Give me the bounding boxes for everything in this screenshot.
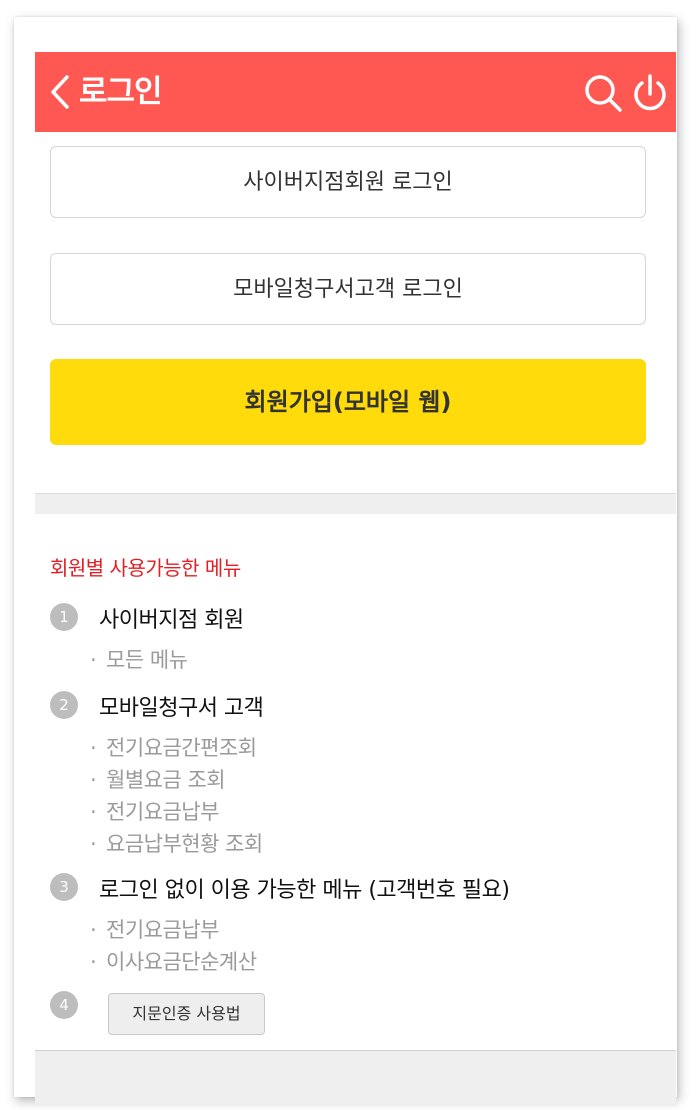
- list-item: · 월별요금 조회: [90, 764, 226, 794]
- list-item-label: 월별요금 조회: [106, 768, 226, 792]
- fingerprint-guide-button[interactable]: 지문인증 사용법: [108, 993, 265, 1035]
- page-title: 로그인: [79, 74, 163, 110]
- app-screen: 로그인 사이버지점회원 로그인 모바일청구서고객 로그인 회원가입(모바일 웹)…: [35, 36, 676, 1106]
- bullet: ·: [90, 736, 97, 760]
- section-title: 로그인 없이 이용 가능한 메뉴 (고객번호 필요): [99, 878, 510, 903]
- step-number-badge: 3: [50, 873, 78, 901]
- signup-button[interactable]: 회원가입(모바일 웹): [50, 359, 646, 445]
- list-item: · 요금납부현황 조회: [90, 828, 263, 858]
- footer-band: [35, 1051, 676, 1106]
- bullet: ·: [90, 832, 97, 856]
- bullet: ·: [90, 768, 97, 792]
- list-item-label: 모든 메뉴: [106, 648, 188, 672]
- list-item-label: 요금납부현황 조회: [106, 832, 263, 856]
- bullet: ·: [90, 800, 97, 824]
- list-item-label: 이사요금단순계산: [106, 950, 257, 974]
- bullet: ·: [90, 648, 97, 672]
- list-item: · 이사요금단순계산: [90, 946, 257, 976]
- bullet: ·: [90, 950, 97, 974]
- device-frame: 로그인 사이버지점회원 로그인 모바일청구서고객 로그인 회원가입(모바일 웹)…: [14, 17, 677, 1106]
- step-number-badge: 1: [50, 603, 78, 631]
- list-item: · 전기요금납부: [90, 796, 219, 826]
- step-number-badge: 4: [50, 991, 78, 1019]
- search-icon[interactable]: [582, 72, 624, 114]
- cyber-member-login-button[interactable]: 사이버지점회원 로그인: [50, 146, 646, 218]
- bullet: ·: [90, 918, 97, 942]
- menu-section-title: 회원별 사용가능한 메뉴: [50, 556, 241, 580]
- list-item: · 전기요금납부: [90, 914, 219, 944]
- app-header: 로그인: [35, 52, 676, 132]
- list-item: · 전기요금간편조회: [90, 732, 257, 762]
- section-separator: [35, 494, 676, 514]
- section-title: 모바일청구서 고객: [99, 696, 264, 721]
- list-item-label: 전기요금납부: [106, 800, 219, 824]
- power-icon[interactable]: [631, 72, 669, 114]
- list-item: · 모든 메뉴: [90, 644, 188, 674]
- step-number-badge: 2: [50, 691, 78, 719]
- chevron-left-icon[interactable]: [47, 74, 75, 110]
- mobile-bill-login-button[interactable]: 모바일청구서고객 로그인: [50, 253, 646, 325]
- list-item-label: 전기요금간편조회: [106, 736, 257, 760]
- section-title: 사이버지점 회원: [99, 608, 244, 633]
- list-item-label: 전기요금납부: [106, 918, 219, 942]
